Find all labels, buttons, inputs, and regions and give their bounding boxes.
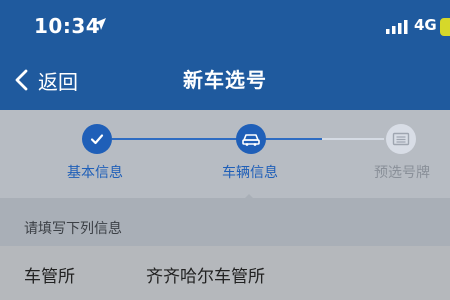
network-type: 4G (414, 16, 437, 34)
step-basic-info[interactable] (82, 124, 112, 154)
page-title: 新车选号 (183, 68, 267, 92)
field-label-vehicle-office: 车管所 (24, 267, 75, 287)
form-section-title: 请填写下列信息 (24, 221, 122, 237)
step-label-vehicle-info: 车辆信息 (222, 165, 278, 181)
status-time: 10:34 (34, 14, 101, 38)
form-row-vehicle-office[interactable]: 车管所 齐齐哈尔车管所 (0, 246, 450, 300)
step-connector-active (112, 138, 322, 140)
step-plate-selection[interactable] (386, 124, 416, 154)
field-value-vehicle-office[interactable]: 齐齐哈尔车管所 (146, 262, 265, 287)
step-connector-inactive (322, 138, 384, 140)
location-arrow-icon (94, 18, 106, 30)
progress-steps: 基本信息 车辆信息 预选号牌 (0, 110, 450, 201)
navigation-bar: 返回 新车选号 (0, 52, 450, 110)
step-label-basic-info: 基本信息 (67, 165, 123, 181)
form-section-header: 请填写下列信息 (0, 198, 450, 246)
step-vehicle-info[interactable] (236, 124, 266, 154)
signal-bars-icon (386, 20, 408, 34)
license-plate-icon (392, 132, 410, 146)
car-icon (242, 134, 260, 146)
step-label-plate-selection: 预选号牌 (374, 165, 430, 181)
battery-icon (440, 18, 450, 36)
status-bar: 10:34 4G (0, 0, 450, 52)
check-icon (90, 134, 104, 145)
